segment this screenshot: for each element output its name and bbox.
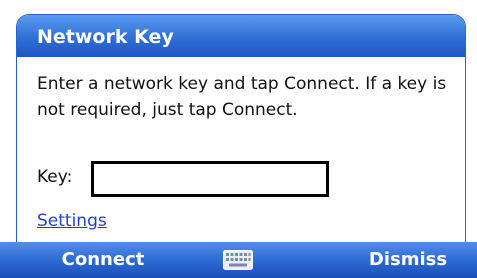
- connect-button[interactable]: Connect: [44, 249, 162, 270]
- softkey-bar: Connect Dismiss: [0, 242, 477, 278]
- network-key-dialog: Network Key Enter a network key and tap …: [16, 14, 466, 244]
- keyboard-icon[interactable]: [223, 250, 253, 270]
- key-label: Key:: [37, 167, 73, 187]
- dialog-title: Network Key: [37, 26, 174, 48]
- network-key-input[interactable]: [91, 161, 329, 197]
- settings-link[interactable]: Settings: [37, 211, 107, 231]
- dismiss-button[interactable]: Dismiss: [348, 249, 468, 270]
- dialog-titlebar: Network Key: [17, 15, 465, 57]
- dialog-message: Enter a network key and tap Connect. If …: [37, 74, 447, 120]
